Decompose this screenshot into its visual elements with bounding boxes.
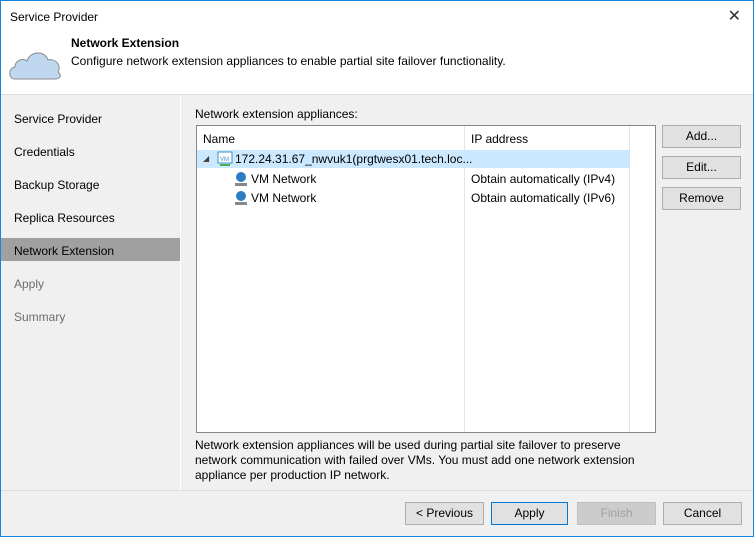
column-header-ip[interactable]: IP address: [471, 132, 528, 146]
nav-replica-resources[interactable]: Replica Resources: [1, 205, 180, 228]
expand-arrow-icon[interactable]: ◢: [203, 150, 209, 168]
finish-button: Finish: [577, 502, 656, 525]
appliance-row[interactable]: ◢ VM 172.24.31.67_nwvuk1(prgtwesx01.tech…: [197, 150, 630, 168]
network-icon: [235, 172, 247, 186]
previous-button[interactable]: < Previous: [405, 502, 484, 525]
wizard-steps: Service Provider Credentials Backup Stor…: [1, 96, 181, 490]
network-row[interactable]: VM Network Obtain automatically (IPv6): [197, 189, 630, 207]
nav-apply: Apply: [14, 277, 45, 291]
nav-summary: Summary: [14, 310, 66, 324]
window-title: Service Provider: [10, 10, 99, 24]
nav-service-provider[interactable]: Service Provider: [1, 106, 180, 129]
add-button[interactable]: Add...: [662, 125, 741, 148]
cloud-icon: [9, 52, 61, 80]
remove-button[interactable]: Remove: [662, 187, 741, 210]
nav-network-extension[interactable]: Network Extension: [1, 238, 180, 261]
network-ip: Obtain automatically (IPv6): [471, 191, 616, 205]
network-row[interactable]: VM Network Obtain automatically (IPv4): [197, 170, 630, 188]
wizard-window: Service Provider ✕ Network Extension Con…: [0, 0, 754, 537]
network-icon: [235, 191, 247, 205]
title-bar: Service Provider ✕: [1, 1, 753, 31]
appliance-name: 172.24.31.67_nwvuk1(prgtwesx01.tech.loc.…: [235, 152, 473, 166]
svg-text:VM: VM: [220, 157, 229, 163]
page-description: Configure network extension appliances t…: [71, 54, 506, 68]
apply-button[interactable]: Apply: [491, 502, 568, 525]
nav-credentials[interactable]: Credentials: [1, 139, 180, 162]
network-ip: Obtain automatically (IPv4): [471, 172, 616, 186]
nav-backup-storage[interactable]: Backup Storage: [1, 172, 180, 195]
edit-button[interactable]: Edit...: [662, 156, 741, 179]
network-name: VM Network: [251, 191, 317, 205]
appliances-list[interactable]: Name IP address ◢ VM 172.24.31.67_nwvuk1…: [196, 125, 656, 433]
column-header-name[interactable]: Name: [203, 132, 235, 146]
info-note: Network extension appliances will be use…: [195, 438, 635, 482]
cancel-button[interactable]: Cancel: [663, 502, 742, 525]
network-name: VM Network: [251, 172, 317, 186]
wizard-header: Network Extension Configure network exte…: [1, 31, 753, 95]
page-title: Network Extension: [71, 36, 180, 50]
vm-icon: VM: [217, 151, 233, 166]
close-icon[interactable]: ✕: [728, 6, 741, 26]
list-label: Network extension appliances:: [195, 107, 358, 121]
